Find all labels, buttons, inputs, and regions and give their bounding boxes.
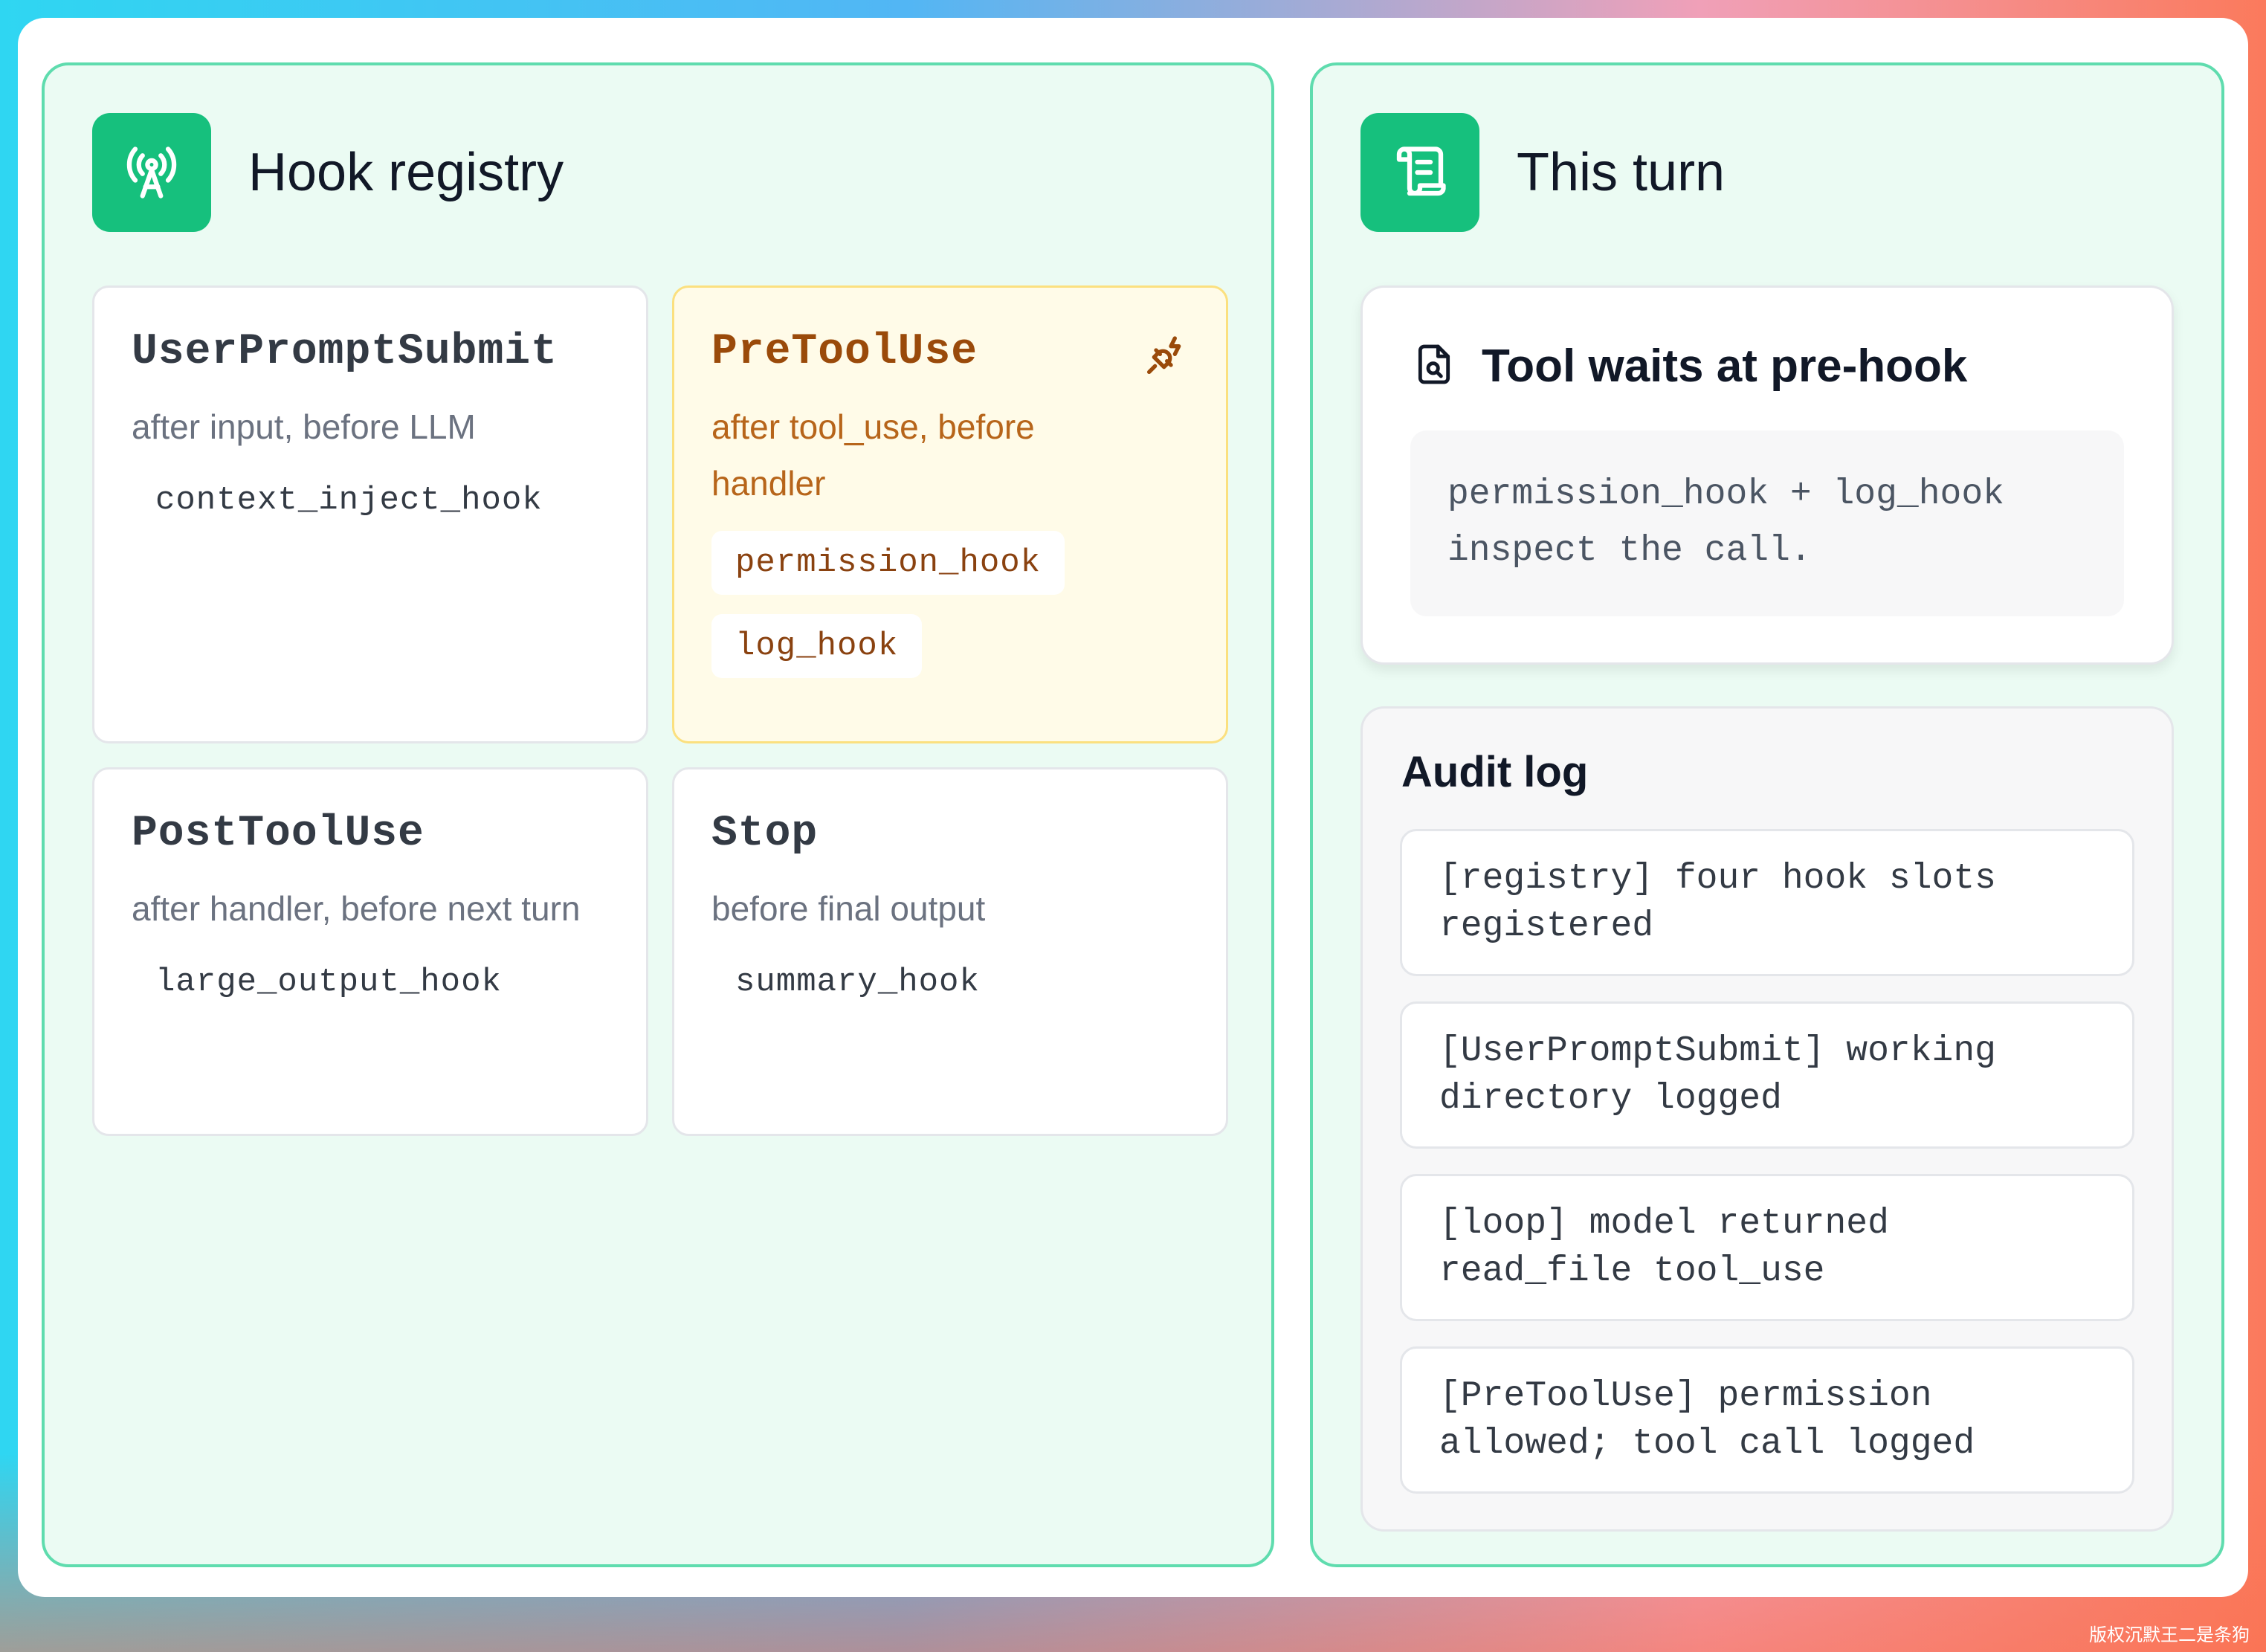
hook-chip: log_hook (711, 614, 923, 678)
panel-title: This turn (1517, 143, 1726, 202)
audit-log: Audit log [registry] four hook slots reg… (1360, 706, 2174, 1532)
slot-description: after input, before LLM (132, 407, 476, 446)
hook-slot-pretooluse[interactable]: PreToolUse after tool_use, before handle… (672, 285, 1228, 743)
slot-name: Stop (711, 810, 819, 858)
log-entry: [loop] model returned read_file tool_use (1400, 1174, 2134, 1321)
hook-chip: large_output_hook (155, 964, 502, 1001)
hook-list: permission_hook log_hook (711, 531, 1189, 678)
hook-chip: context_inject_hook (155, 482, 543, 519)
hook-registry-header: Hook registry (92, 113, 564, 232)
tool-wait-body: permission_hook + log_hook inspect the c… (1410, 430, 2124, 616)
app-frame: Hook registry UserPromptSubmit after inp… (18, 18, 2248, 1597)
hook-slot-stop[interactable]: Stop before final output summary_hook (672, 767, 1228, 1136)
slot-description: after tool_use, before handler (711, 407, 1035, 503)
slot-name: UserPromptSubmit (132, 328, 558, 376)
this-turn-header: This turn (1360, 113, 1725, 232)
file-search-icon (1410, 341, 1458, 392)
panel-title: Hook registry (248, 143, 564, 202)
log-entry: [PreToolUse] permission allowed; tool ca… (1400, 1346, 2134, 1494)
slot-description: before final output (711, 889, 986, 928)
hook-chip: summary_hook (735, 964, 980, 1001)
slot-description: after handler, before next turn (132, 889, 581, 928)
slot-name: PreToolUse (711, 328, 978, 376)
hook-slot-userpromptsubmit[interactable]: UserPromptSubmit after input, before LLM… (92, 285, 648, 743)
hook-registry-panel: Hook registry UserPromptSubmit after inp… (42, 62, 1274, 1567)
this-turn-panel: This turn Tool waits at pre-hook permiss… (1310, 62, 2224, 1567)
log-entry: [registry] four hook slots registered (1400, 829, 2134, 976)
hook-slot-posttooluse[interactable]: PostToolUse after handler, before next t… (92, 767, 648, 1136)
tool-wait-header: Tool waits at pre-hook (1410, 340, 1967, 393)
tool-wait-card: Tool waits at pre-hook permission_hook +… (1360, 285, 2174, 665)
broadcast-antenna-icon (92, 113, 211, 232)
scroll-icon (1360, 113, 1479, 232)
audit-log-title: Audit log (1401, 748, 1589, 796)
hook-chip: permission_hook (711, 531, 1065, 595)
watermark: 版权沉默王二是条狗 (2089, 1625, 2250, 1645)
plug-icon (1141, 332, 1189, 384)
tool-wait-title: Tool waits at pre-hook (1482, 341, 1968, 392)
slot-name: PostToolUse (132, 810, 425, 858)
log-entry: [UserPromptSubmit] working directory log… (1400, 1001, 2134, 1149)
